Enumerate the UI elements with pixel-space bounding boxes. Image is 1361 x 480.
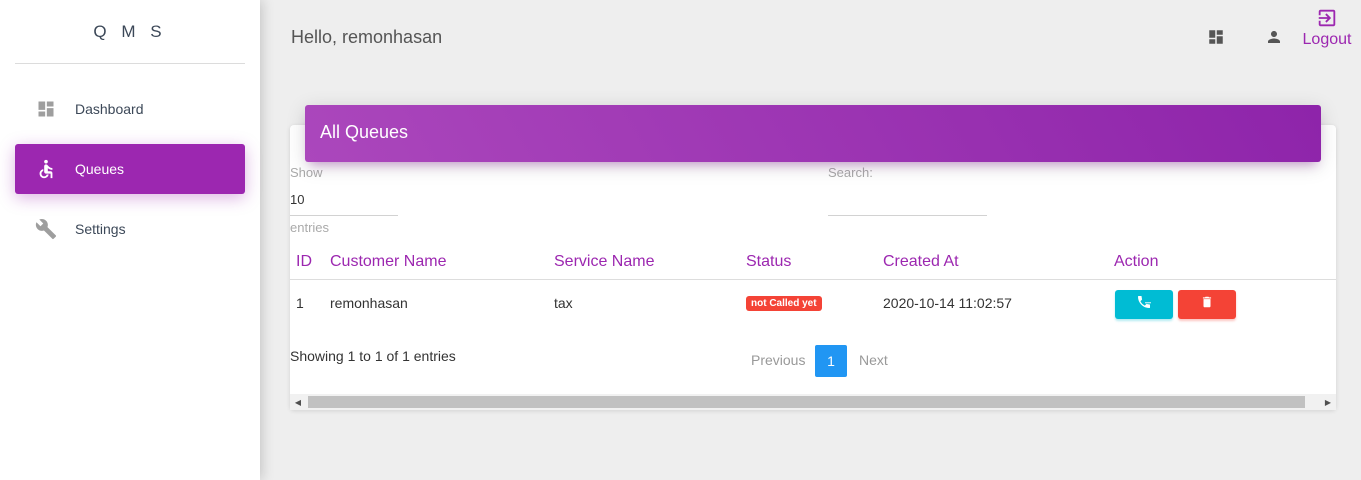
card-title: All Queues [305,105,1321,162]
cell-created-at: 2020-10-14 11:02:57 [883,295,1012,311]
column-header-id[interactable]: ID [296,253,312,271]
cell-id: 1 [296,295,304,311]
logout-icon [1301,7,1353,29]
scroll-right-icon[interactable]: ▶ [1320,394,1336,410]
table-info: Showing 1 to 1 of 1 entries [290,348,456,364]
show-label: Show [290,165,323,180]
pagination-next[interactable]: Next [859,352,888,368]
pagination-previous[interactable]: Previous [751,352,805,368]
scroll-left-icon[interactable]: ◀ [290,394,306,410]
sidebar-item-queues[interactable]: Queues [15,144,245,194]
cell-customer-name: remonhasan [330,295,408,311]
sidebar-item-settings[interactable]: Settings [15,204,245,254]
column-header-status[interactable]: Status [746,253,791,271]
sidebar-item-label: Settings [75,221,126,237]
phone-call-icon [1136,294,1152,315]
column-header-service-name[interactable]: Service Name [554,253,654,271]
accessible-icon [35,158,57,180]
search-label: Search: [828,165,873,180]
scrollbar-thumb[interactable] [308,396,1305,408]
greeting-text: Hello, remonhasan [291,27,443,47]
horizontal-scrollbar[interactable]: ◀ ▶ [290,394,1336,410]
queues-card [290,125,1336,410]
column-header-created-at[interactable]: Created At [883,253,959,271]
call-button[interactable] [1115,290,1173,319]
status-badge: not Called yet [746,296,822,311]
entries-length-select[interactable]: 10 [290,186,398,216]
pagination-page-1[interactable]: 1 [815,345,847,377]
table-divider [290,279,1336,280]
trash-icon [1200,295,1214,314]
cell-service-name: tax [554,295,573,311]
column-header-action: Action [1114,253,1159,270]
sidebar-item-label: Queues [75,161,125,177]
sidebar: Q M S Dashboard Queues Settings [0,0,260,480]
dashboard-icon [35,98,57,120]
search-input[interactable] [828,186,987,216]
dashboard-icon[interactable] [1206,27,1226,47]
wrench-icon [35,218,57,240]
sidebar-item-label: Dashboard [75,101,144,117]
delete-button[interactable] [1178,290,1236,319]
sidebar-item-dashboard[interactable]: Dashboard [15,84,245,134]
logout-button[interactable]: Logout [1301,7,1353,49]
person-icon[interactable] [1264,27,1284,47]
top-navbar: Hello, remonhasan Logout [260,0,1361,75]
logout-label: Logout [1302,31,1352,48]
sidebar-nav: Dashboard Queues Settings [0,84,260,254]
entries-label: entries [290,220,330,235]
column-header-customer-name[interactable]: Customer Name [330,253,446,271]
brand-logo[interactable]: Q M S [15,0,245,64]
